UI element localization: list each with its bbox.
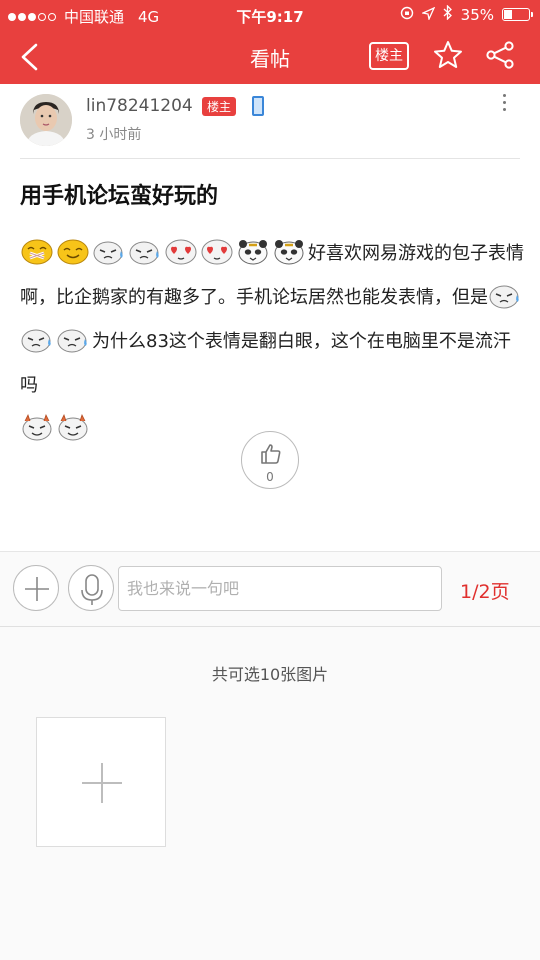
sweat-emoji (56, 325, 90, 353)
voice-input-button[interactable] (68, 565, 114, 611)
author-name[interactable]: lin78241204 (86, 96, 193, 116)
happy-emoji (56, 237, 90, 265)
nav-bar: 看帖 楼主 (0, 30, 540, 84)
more-options-icon[interactable] (496, 94, 512, 118)
author-only-button[interactable]: 楼主 (369, 42, 409, 70)
post-time: 3 小时前 (86, 127, 142, 143)
post-author-row: lin78241204 楼主 3 小时前 (20, 94, 520, 158)
battery-icon (502, 8, 533, 21)
post-body-text: 为什么83这个表情是翻白眼，这个在电脑里不是流汗吗 (20, 331, 511, 396)
status-bar: 中国联通 4G 下午9:17 35% (0, 0, 540, 30)
comment-bar: 1/2页 (0, 552, 540, 626)
heart-eyes-emoji (200, 237, 234, 265)
favorite-button[interactable] (432, 39, 464, 71)
divider (20, 158, 520, 159)
sweat-emoji (92, 237, 126, 265)
avatar[interactable] (20, 94, 72, 146)
devil-emoji (20, 413, 54, 441)
sweat-emoji (488, 281, 522, 309)
image-picker-caption: 共可选10张图片 (211, 665, 329, 684)
thumbs-up-icon (261, 444, 281, 464)
panda-emoji (272, 237, 306, 265)
share-icon (486, 41, 514, 69)
emoji-group (20, 239, 308, 265)
plus-icon (82, 763, 122, 803)
rotation-lock-icon (400, 6, 414, 24)
image-picker-panel: 共可选10张图片 (0, 627, 540, 960)
devil-emoji (56, 413, 90, 441)
like-button[interactable]: 0 (241, 431, 299, 489)
add-image-button[interactable] (36, 717, 166, 847)
top-bar: 中国联通 4G 下午9:17 35% 看帖 楼主 (0, 0, 540, 84)
heart-eyes-emoji (164, 237, 198, 265)
panda-emoji (236, 237, 270, 265)
add-attachment-button[interactable] (13, 565, 59, 611)
battery-percent: 35% (460, 5, 494, 24)
shy-emoji (20, 237, 54, 265)
sweat-emoji (20, 325, 54, 353)
emoji-group (20, 413, 92, 441)
location-icon (420, 6, 435, 24)
microphone-icon (81, 574, 103, 605)
share-button[interactable] (484, 39, 516, 71)
star-icon (434, 41, 462, 68)
author-badge: 楼主 (202, 97, 237, 116)
post-title: 用手机论坛蛮好玩的 (20, 184, 219, 209)
bluetooth-icon (443, 4, 453, 24)
sweat-emoji (128, 237, 162, 265)
plus-icon (25, 577, 49, 601)
comment-input[interactable] (118, 566, 442, 611)
page-indicator[interactable]: 1/2页 (460, 577, 510, 604)
mobile-device-icon (252, 96, 264, 116)
post-body: 好喜欢网易游戏的包子表情啊，比企鹅家的有趣多了。手机论坛居然也能发表情，但是 为什… (20, 232, 525, 452)
like-count: 0 (266, 470, 274, 484)
